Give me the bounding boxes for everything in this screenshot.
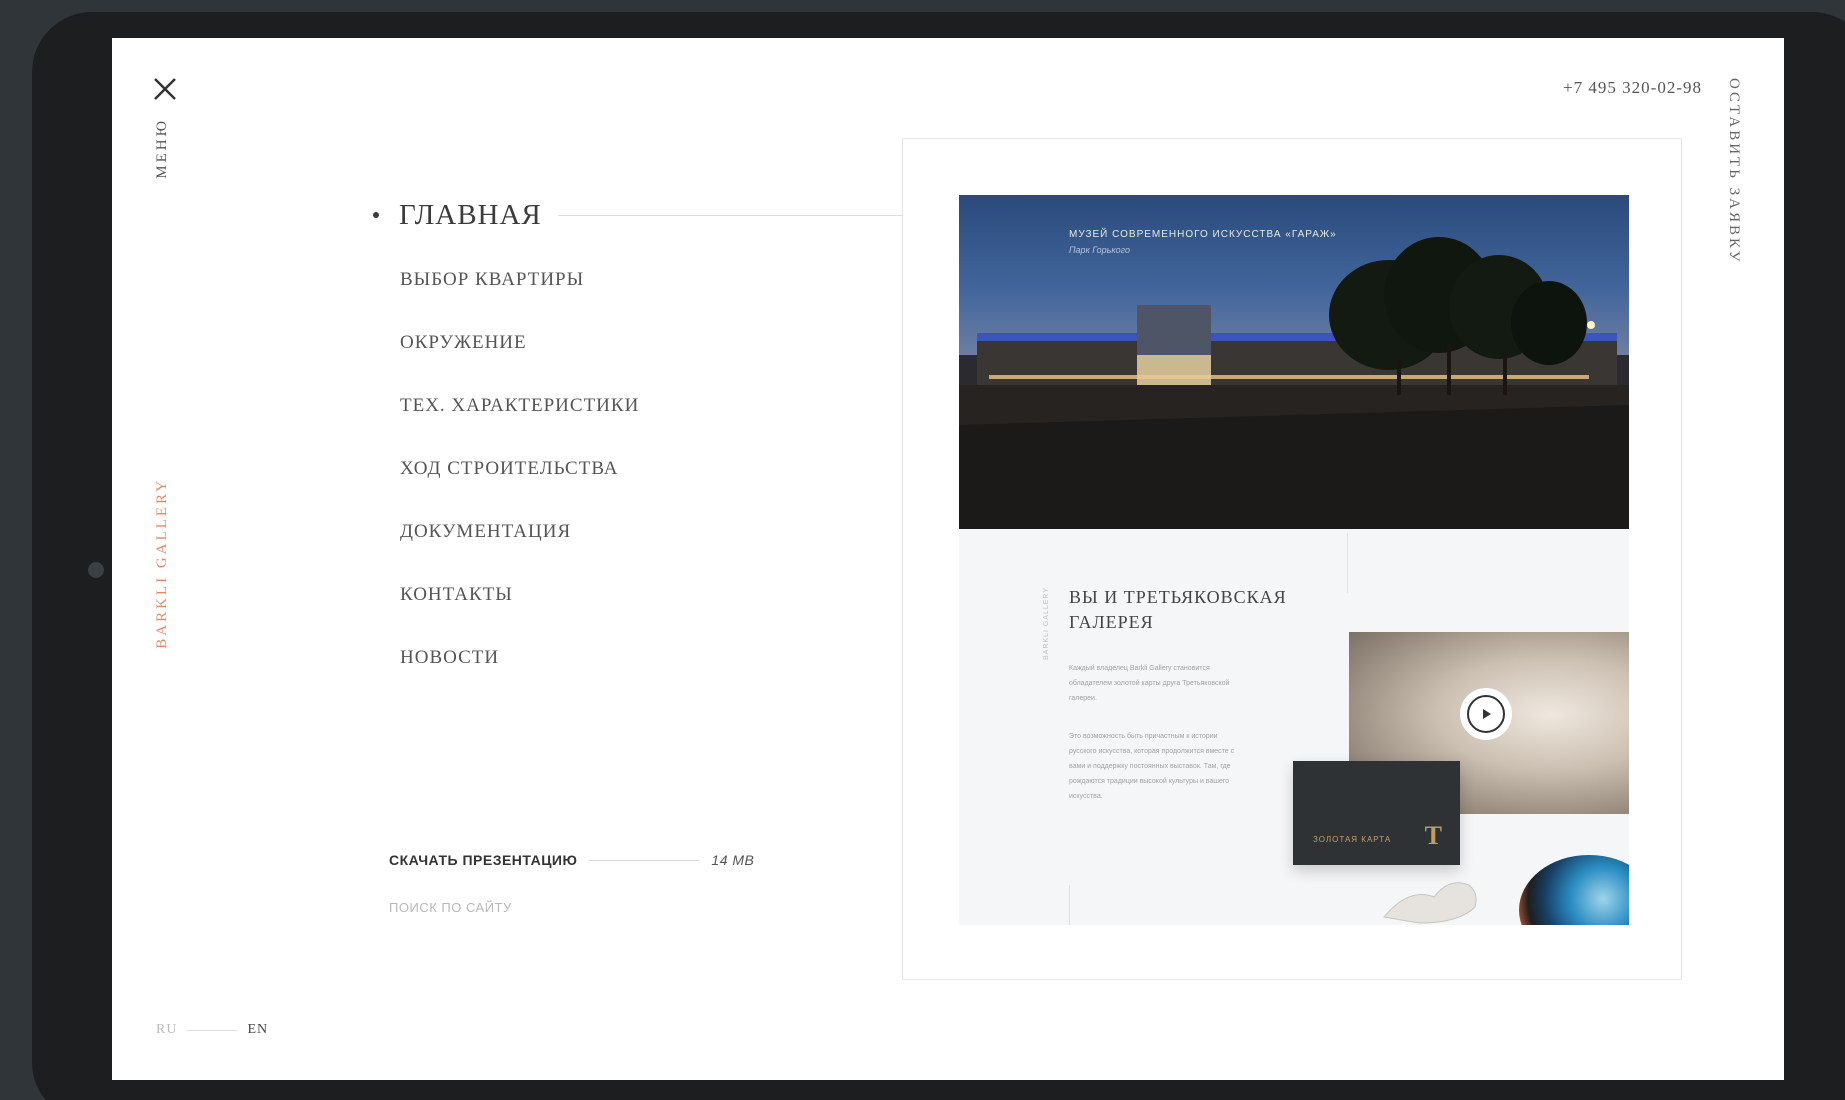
nav-item-specs[interactable]: ТЕХ. ХАРАКТЕРИСТИКИ [367, 394, 977, 417]
nav-item-contacts[interactable]: КОНТАКТЫ [367, 583, 977, 606]
leave-request-button[interactable]: ОСТАВИТЬ ЗАЯВКУ [1725, 78, 1742, 264]
preview-content: МУЗЕЙ СОВРЕМЕННОГО ИСКУССТВА «ГАРАЖ» Пар… [959, 195, 1629, 925]
tretyakov-logo-icon: T [1424, 821, 1442, 850]
hero-subtitle: Парк Горького [1069, 245, 1131, 255]
active-dot [373, 212, 379, 218]
decorative-plate-image [1519, 855, 1629, 925]
lang-divider [187, 1029, 238, 1031]
main-nav: ГЛАВНАЯ ВЫБОР КВАРТИРЫ ОКРУЖЕНИЕ ТЕХ. ХА… [367, 198, 977, 709]
nav-item-construction[interactable]: ХОД СТРОИТЕЛЬСТВА [367, 457, 977, 480]
menu-screen: МЕНЮ BARKLI GALLERY +7 495 320-02-98 ОСТ… [112, 38, 1784, 1080]
section-paragraph-1: Каждый владелец Barkli Gallery становитс… [1069, 665, 1230, 702]
section-title: ВЫ И ТРЕТЬЯКОВСКАЯ ГАЛЕРЕЯ [1069, 587, 1287, 632]
page-preview: МУЗЕЙ СОВРЕМЕННОГО ИСКУССТВА «ГАРАЖ» Пар… [902, 138, 1682, 980]
section-side-label: BARKLI GALLERY [1043, 587, 1050, 661]
nav-item-documents[interactable]: ДОКУМЕНТАЦИЯ [367, 520, 977, 543]
section-paragraph-2: Это возможность быть причастным к истори… [1069, 733, 1235, 800]
play-video-button[interactable] [1460, 688, 1512, 740]
nav-item-home[interactable]: ГЛАВНАЯ [367, 198, 977, 232]
brand-label: BARKLI GALLERY [154, 478, 170, 649]
download-size: 14 MB [711, 852, 755, 868]
nav-item-surroundings[interactable]: ОКРУЖЕНИЕ [367, 331, 977, 354]
close-icon [154, 78, 176, 100]
section-divider [1347, 533, 1348, 593]
nav-item-news[interactable]: НОВОСТИ [367, 646, 977, 669]
language-switcher: RU EN [156, 1022, 268, 1038]
download-presentation-link[interactable]: СКАЧАТЬ ПРЕЗЕНТАЦИЮ 14 MB [389, 852, 869, 868]
close-menu-button[interactable] [150, 74, 180, 104]
menu-label: МЕНЮ [154, 118, 170, 179]
lang-en[interactable]: EN [247, 1022, 268, 1038]
hand-sculpture-image [1383, 882, 1477, 924]
download-divider [589, 859, 700, 861]
play-icon [1483, 709, 1491, 719]
lang-ru[interactable]: RU [156, 1022, 177, 1038]
hero-image: МУЗЕЙ СОВРЕМЕННОГО ИСКУССТВА «ГАРАЖ» Пар… [959, 195, 1629, 529]
download-label: СКАЧАТЬ ПРЕЗЕНТАЦИЮ [389, 852, 578, 868]
camera-dot [88, 562, 104, 578]
gold-card-label: ЗОЛОТАЯ КАРТА [1313, 835, 1392, 844]
section-divider-bottom [1069, 885, 1070, 925]
hero-title: МУЗЕЙ СОВРЕМЕННОГО ИСКУССТВА «ГАРАЖ» [1069, 229, 1337, 240]
gold-card: ЗОЛОТАЯ КАРТА T [1293, 761, 1460, 865]
phone-number[interactable]: +7 495 320-02-98 [1563, 78, 1702, 98]
nav-item-apartments[interactable]: ВЫБОР КВАРТИРЫ [367, 268, 977, 291]
search-input[interactable] [389, 900, 689, 915]
museum-illustration [959, 237, 1629, 529]
nav-item-label: ГЛАВНАЯ [399, 199, 542, 231]
